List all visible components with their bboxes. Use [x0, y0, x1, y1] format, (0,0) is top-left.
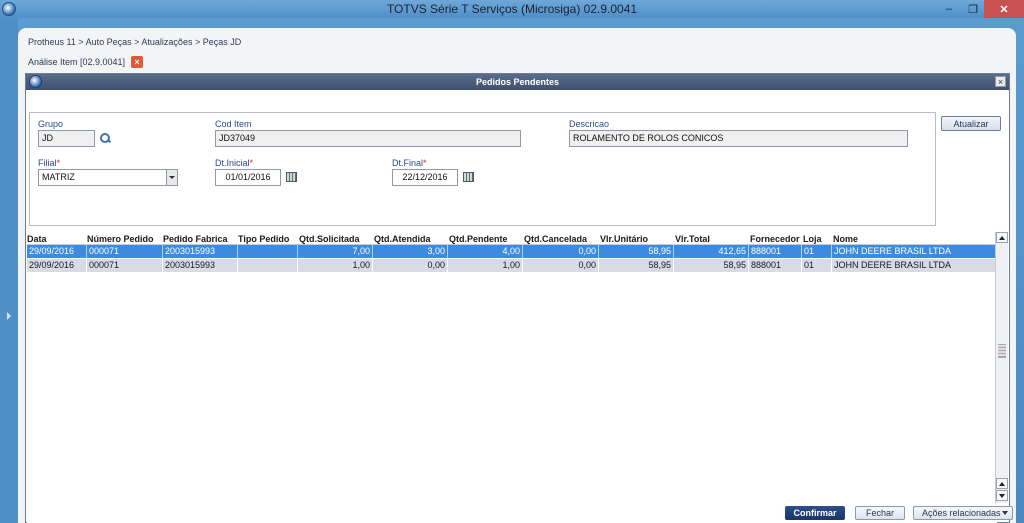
grid-header: Data Número Pedido Pedido Fabrica Tipo P… [27, 233, 997, 245]
cell-qtd-atendida: 0,00 [373, 259, 448, 272]
cod-item-label: Cod Item [215, 119, 252, 129]
cell-tipo-pedido [238, 259, 298, 272]
scroll-page-up-icon[interactable] [996, 478, 1008, 489]
calendar-icon[interactable] [286, 172, 297, 182]
expand-arrow-icon [7, 312, 11, 320]
cell-tipo-pedido [238, 245, 298, 258]
dialog-header: Pedidos Pendentes × [26, 74, 1009, 90]
required-mark: * [249, 158, 254, 168]
close-window-button[interactable]: ✕ [984, 0, 1024, 18]
minimize-button[interactable]: ‒ [938, 0, 960, 18]
search-icon[interactable] [100, 133, 111, 144]
cell-fornecedor: 888001 [749, 259, 802, 272]
cell-fornecedor: 888001 [749, 245, 802, 258]
col-nome[interactable]: Nome [833, 233, 858, 245]
dt-inicial-label-text: Dt.Inicial [215, 158, 250, 168]
cell-qtd-pendente: 1,00 [448, 259, 523, 272]
descricao-field[interactable]: ROLAMENTO DE ROLOS CONICOS [569, 130, 908, 147]
cell-loja: 01 [802, 259, 832, 272]
grid-scrollbar[interactable] [995, 232, 1008, 503]
dt-final-field[interactable]: 22/12/2016 [392, 169, 458, 186]
side-panel-toggle[interactable] [0, 18, 18, 523]
dt-inicial-label: Dt.Inicial* [215, 158, 253, 168]
cell-vlr-total: 58,95 [674, 259, 749, 272]
fechar-button[interactable]: Fechar [855, 506, 905, 520]
tab-strip: Análise Item [02.9.0041] × [28, 56, 144, 68]
table-row[interactable]: 29/09/2016 000071 2003015993 7,00 3,00 4… [27, 245, 997, 258]
filial-select[interactable]: MATRIZ [38, 169, 178, 186]
cell-qtd-solicitada: 7,00 [298, 245, 373, 258]
tab-close-icon[interactable]: × [131, 56, 144, 68]
cell-qtd-cancelada: 0,00 [523, 259, 599, 272]
scroll-thumb[interactable] [998, 344, 1006, 358]
descricao-label: Descricao [569, 119, 610, 129]
cell-qtd-solicitada: 1,00 [298, 259, 373, 272]
filial-label-text: Filial [38, 158, 57, 168]
cell-nome: JOHN DEERE BRASIL LTDA [832, 245, 997, 258]
dt-final-label-text: Dt.Final [392, 158, 424, 168]
scroll-down-icon[interactable] [996, 490, 1008, 501]
filter-panel: Grupo JD Cod Item JD37049 Descricao ROLA… [29, 112, 936, 226]
app-logo-icon [2, 2, 16, 16]
filial-label: Filial* [38, 158, 60, 168]
col-qtd-pendente[interactable]: Qtd.Pendente [449, 233, 508, 245]
filial-select-value: MATRIZ [42, 172, 75, 182]
pedidos-grid: Data Número Pedido Pedido Fabrica Tipo P… [27, 233, 997, 523]
maximize-button[interactable]: ❐ [962, 0, 984, 18]
calendar-icon[interactable] [463, 172, 474, 182]
cod-item-field[interactable]: JD37049 [215, 130, 521, 147]
dialog-close-button[interactable]: × [995, 76, 1006, 87]
col-qtd-solicitada[interactable]: Qtd.Solicitada [299, 233, 360, 245]
col-tipo-pedido[interactable]: Tipo Pedido [238, 233, 289, 245]
tab-analise-item[interactable]: Análise Item [02.9.0041] [28, 57, 125, 67]
cell-data: 29/09/2016 [27, 245, 87, 258]
col-loja[interactable]: Loja [803, 233, 822, 245]
grupo-label: Grupo [38, 119, 64, 129]
cell-vlr-unitario: 58,95 [599, 245, 674, 258]
cell-qtd-cancelada: 0,00 [523, 245, 599, 258]
pedidos-pendentes-dialog: Pedidos Pendentes × Grupo JD Cod Item JD… [25, 73, 1010, 523]
col-vlr-total[interactable]: Vlr.Total [675, 233, 710, 245]
cell-data: 29/09/2016 [27, 259, 87, 272]
cell-pedido-fabrica: 2003015993 [163, 245, 238, 258]
required-mark: * [423, 158, 427, 168]
col-pedido-fabrica[interactable]: Pedido Fabrica [163, 233, 228, 245]
cell-qtd-atendida: 3,00 [373, 245, 448, 258]
window-title-bar: TOTVS Série T Serviços (Microsiga) 02.9.… [0, 0, 1024, 18]
dt-inicial-field[interactable]: 01/01/2016 [215, 169, 281, 186]
acoes-relacionadas-button[interactable]: Ações relacionadas [913, 506, 1013, 520]
scroll-up-icon[interactable] [996, 232, 1008, 243]
col-fornecedor[interactable]: Fornecedor [750, 233, 800, 245]
chevron-down-icon [1002, 511, 1008, 515]
col-data[interactable]: Data [27, 233, 47, 245]
grupo-field[interactable]: JD [38, 130, 95, 147]
cell-numero-pedido: 000071 [87, 259, 163, 272]
atualizar-button[interactable]: Atualizar [941, 116, 1001, 131]
cell-numero-pedido: 000071 [87, 245, 163, 258]
col-qtd-cancelada[interactable]: Qtd.Cancelada [524, 233, 587, 245]
required-mark: * [56, 158, 61, 168]
cell-vlr-unitario: 58,95 [599, 259, 674, 272]
cell-loja: 01 [802, 245, 832, 258]
confirmar-button[interactable]: Confirmar [785, 506, 845, 520]
table-row[interactable]: 29/09/2016 000071 2003015993 1,00 0,00 1… [27, 259, 997, 272]
dt-final-label: Dt.Final* [392, 158, 427, 168]
breadcrumb[interactable]: Protheus 11 > Auto Peças > Atualizações … [28, 37, 241, 47]
cell-vlr-total: 412,65 [674, 245, 749, 258]
chevron-down-icon[interactable] [166, 170, 177, 185]
dialog-title: Pedidos Pendentes [475, 77, 560, 87]
col-vlr-unitario[interactable]: Vlr.Unitário [600, 233, 648, 245]
dialog-logo-icon [29, 75, 42, 88]
col-numero-pedido[interactable]: Número Pedido [87, 233, 154, 245]
col-qtd-atendida[interactable]: Qtd.Atendida [374, 233, 431, 245]
window-title: TOTVS Série T Serviços (Microsiga) 02.9.… [386, 2, 638, 16]
cell-pedido-fabrica: 2003015993 [163, 259, 238, 272]
cell-qtd-pendente: 4,00 [448, 245, 523, 258]
acoes-relacionadas-label: Ações relacionadas [922, 508, 1001, 518]
cell-nome: JOHN DEERE BRASIL LTDA [832, 259, 997, 272]
